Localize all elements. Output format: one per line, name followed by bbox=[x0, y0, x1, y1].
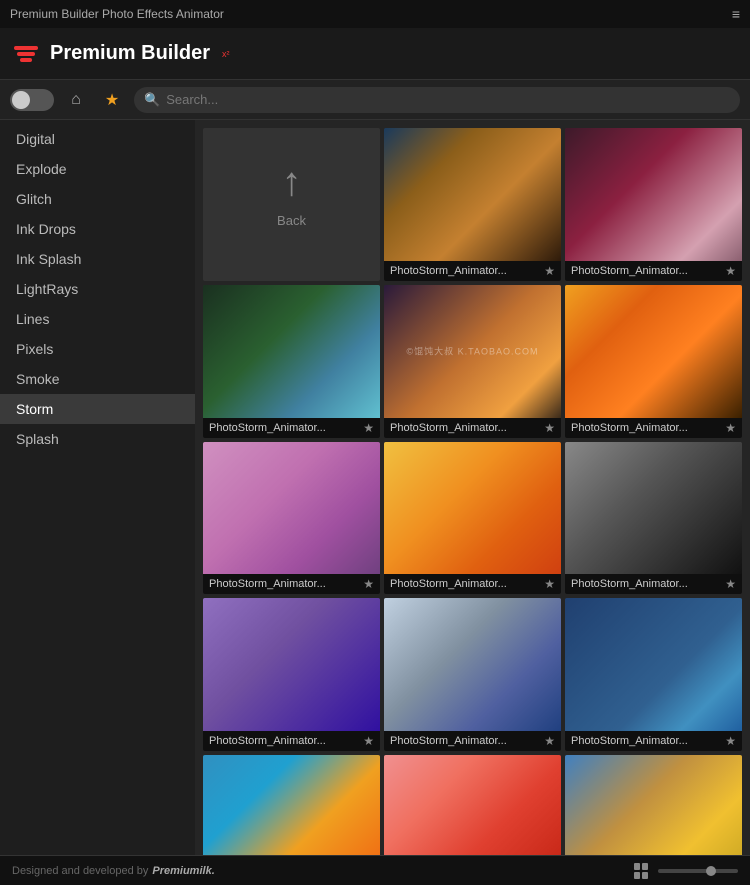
toggle-knob bbox=[12, 91, 30, 109]
home-icon: ⌂ bbox=[71, 91, 81, 109]
grid-item-9[interactable]: PhotoStorm_Animator... ★ bbox=[203, 598, 380, 751]
thumb-filename: PhotoStorm_Animator... bbox=[390, 265, 507, 277]
thumb-label: PhotoStorm_Animator... ★ bbox=[565, 261, 742, 281]
grid-item-12[interactable]: PhotoStorm_Animator...★ bbox=[203, 755, 380, 855]
app-name: Premium Builder bbox=[50, 42, 210, 65]
version-badge: x² bbox=[222, 49, 230, 59]
thumb-label: PhotoStorm_Animator... ★ bbox=[384, 418, 561, 438]
toolbar: ⌂ ★ 🔍 bbox=[0, 80, 750, 120]
thumbnail-grid: ↑ Back PhotoStorm_Animator... ★ PhotoStorm… bbox=[203, 128, 742, 855]
favorites-button[interactable]: ★ bbox=[98, 86, 126, 114]
search-container: 🔍 bbox=[134, 87, 740, 113]
sidebar-item-ink-splash[interactable]: Ink Splash bbox=[0, 244, 195, 274]
thumb-label: PhotoStorm_Animator... ★ bbox=[384, 574, 561, 594]
brand-name: Premiumilk. bbox=[152, 865, 214, 877]
thumb-label: PhotoStorm_Animator... ★ bbox=[384, 261, 561, 281]
thumb-label: PhotoStorm_Animator... ★ bbox=[203, 574, 380, 594]
header: Premium Builder x² bbox=[0, 28, 750, 80]
toggle-switch[interactable] bbox=[10, 89, 54, 111]
grid-view-button[interactable] bbox=[634, 863, 650, 879]
back-label: Back bbox=[277, 213, 306, 228]
search-input[interactable] bbox=[166, 92, 730, 107]
thumb-star-icon[interactable]: ★ bbox=[544, 734, 555, 748]
content-area: ↑ Back PhotoStorm_Animator... ★ PhotoStorm… bbox=[195, 120, 750, 855]
thumb-filename: PhotoStorm_Animator... bbox=[571, 422, 688, 434]
thumb-filename: PhotoStorm_Animator... bbox=[571, 578, 688, 590]
zoom-slider[interactable] bbox=[658, 869, 738, 873]
thumb-filename: PhotoStorm_Animator... bbox=[390, 422, 507, 434]
thumb-star-icon[interactable]: ★ bbox=[725, 734, 736, 748]
thumb-star-icon[interactable]: ★ bbox=[363, 734, 374, 748]
thumb-filename: PhotoStorm_Animator... bbox=[571, 735, 688, 747]
zoom-handle[interactable] bbox=[706, 866, 716, 876]
grid-item-3[interactable]: PhotoStorm_Animator... ★ bbox=[203, 285, 380, 438]
titlebar: Premium Builder Photo Effects Animator ≡ bbox=[0, 0, 750, 28]
footer-right bbox=[634, 863, 738, 879]
thumb-star-icon[interactable]: ★ bbox=[725, 577, 736, 591]
thumb-filename: PhotoStorm_Animator... bbox=[571, 265, 688, 277]
grid-item-4[interactable]: ©馄饨大叔 K.TAOBAO.COM PhotoStorm_Animator...… bbox=[384, 285, 561, 438]
sidebar-item-explode[interactable]: Explode bbox=[0, 154, 195, 184]
thumb-label: PhotoStorm_Animator... ★ bbox=[565, 418, 742, 438]
grid-item-7[interactable]: PhotoStorm_Animator... ★ bbox=[384, 442, 561, 595]
sidebar-item-ink-drops[interactable]: Ink Drops bbox=[0, 214, 195, 244]
thumb-star-icon[interactable]: ★ bbox=[544, 264, 555, 278]
sidebar-item-smoke[interactable]: Smoke bbox=[0, 364, 195, 394]
back-button[interactable]: ↑ Back bbox=[203, 128, 380, 281]
logo-icon bbox=[12, 40, 40, 68]
thumb-filename: PhotoStorm_Animator... bbox=[209, 422, 326, 434]
thumb-star-icon[interactable]: ★ bbox=[544, 421, 555, 435]
menu-icon[interactable]: ≡ bbox=[732, 6, 740, 22]
search-icon: 🔍 bbox=[144, 92, 160, 108]
grid-item-11[interactable]: PhotoStorm_Animator... ★ bbox=[565, 598, 742, 751]
thumb-star-icon[interactable]: ★ bbox=[544, 577, 555, 591]
thumb-filename: PhotoStorm_Animator... bbox=[390, 578, 507, 590]
home-button[interactable]: ⌂ bbox=[62, 86, 90, 114]
main-area: DigitalExplodeGlitchInk DropsInk SplashL… bbox=[0, 120, 750, 855]
thumb-label: PhotoStorm_Animator... ★ bbox=[203, 418, 380, 438]
thumb-star-icon[interactable]: ★ bbox=[363, 421, 374, 435]
sidebar-item-lightrays[interactable]: LightRays bbox=[0, 274, 195, 304]
thumb-filename: PhotoStorm_Animator... bbox=[209, 578, 326, 590]
thumb-filename: PhotoStorm_Animator... bbox=[390, 735, 507, 747]
thumb-label: PhotoStorm_Animator... ★ bbox=[203, 731, 380, 751]
grid-item-5[interactable]: PhotoStorm_Animator... ★ bbox=[565, 285, 742, 438]
sidebar-item-digital[interactable]: Digital bbox=[0, 124, 195, 154]
thumb-star-icon[interactable]: ★ bbox=[725, 264, 736, 278]
sidebar: DigitalExplodeGlitchInk DropsInk SplashL… bbox=[0, 120, 195, 855]
thumb-star-icon[interactable]: ★ bbox=[725, 421, 736, 435]
star-icon: ★ bbox=[105, 90, 119, 110]
thumb-label: PhotoStorm_Animator... ★ bbox=[384, 731, 561, 751]
grid-item-10[interactable]: PhotoStorm_Animator... ★ bbox=[384, 598, 561, 751]
grid-item-14[interactable]: PhotoStorm_Animator...★ bbox=[565, 755, 742, 855]
grid-toggle[interactable] bbox=[634, 863, 650, 879]
thumb-label: PhotoStorm_Animator... ★ bbox=[565, 574, 742, 594]
app-title-bar: Premium Builder Photo Effects Animator bbox=[10, 7, 722, 21]
back-arrow-icon: ↑ bbox=[282, 160, 302, 205]
designed-text: Designed and developed by bbox=[12, 865, 148, 877]
sidebar-item-glitch[interactable]: Glitch bbox=[0, 184, 195, 214]
grid-item-13[interactable]: PhotoStorm_Animator...★ bbox=[384, 755, 561, 855]
thumb-filename: PhotoStorm_Animator... bbox=[209, 735, 326, 747]
sidebar-item-lines[interactable]: Lines bbox=[0, 304, 195, 334]
grid-item-6[interactable]: PhotoStorm_Animator... ★ bbox=[203, 442, 380, 595]
sidebar-item-storm[interactable]: Storm bbox=[0, 394, 195, 424]
sidebar-item-pixels[interactable]: Pixels bbox=[0, 334, 195, 364]
grid-item-8[interactable]: PhotoStorm_Animator... ★ bbox=[565, 442, 742, 595]
footer: Designed and developed by Premiumilk. bbox=[0, 855, 750, 885]
thumb-label: PhotoStorm_Animator... ★ bbox=[565, 731, 742, 751]
footer-brand: Designed and developed by Premiumilk. bbox=[12, 865, 215, 877]
thumb-star-icon[interactable]: ★ bbox=[363, 577, 374, 591]
sidebar-item-splash[interactable]: Splash bbox=[0, 424, 195, 454]
watermark-text: ©馄饨大叔 K.TAOBAO.COM bbox=[407, 345, 539, 358]
grid-item-1[interactable]: PhotoStorm_Animator... ★ bbox=[384, 128, 561, 281]
grid-item-2[interactable]: PhotoStorm_Animator... ★ bbox=[565, 128, 742, 281]
